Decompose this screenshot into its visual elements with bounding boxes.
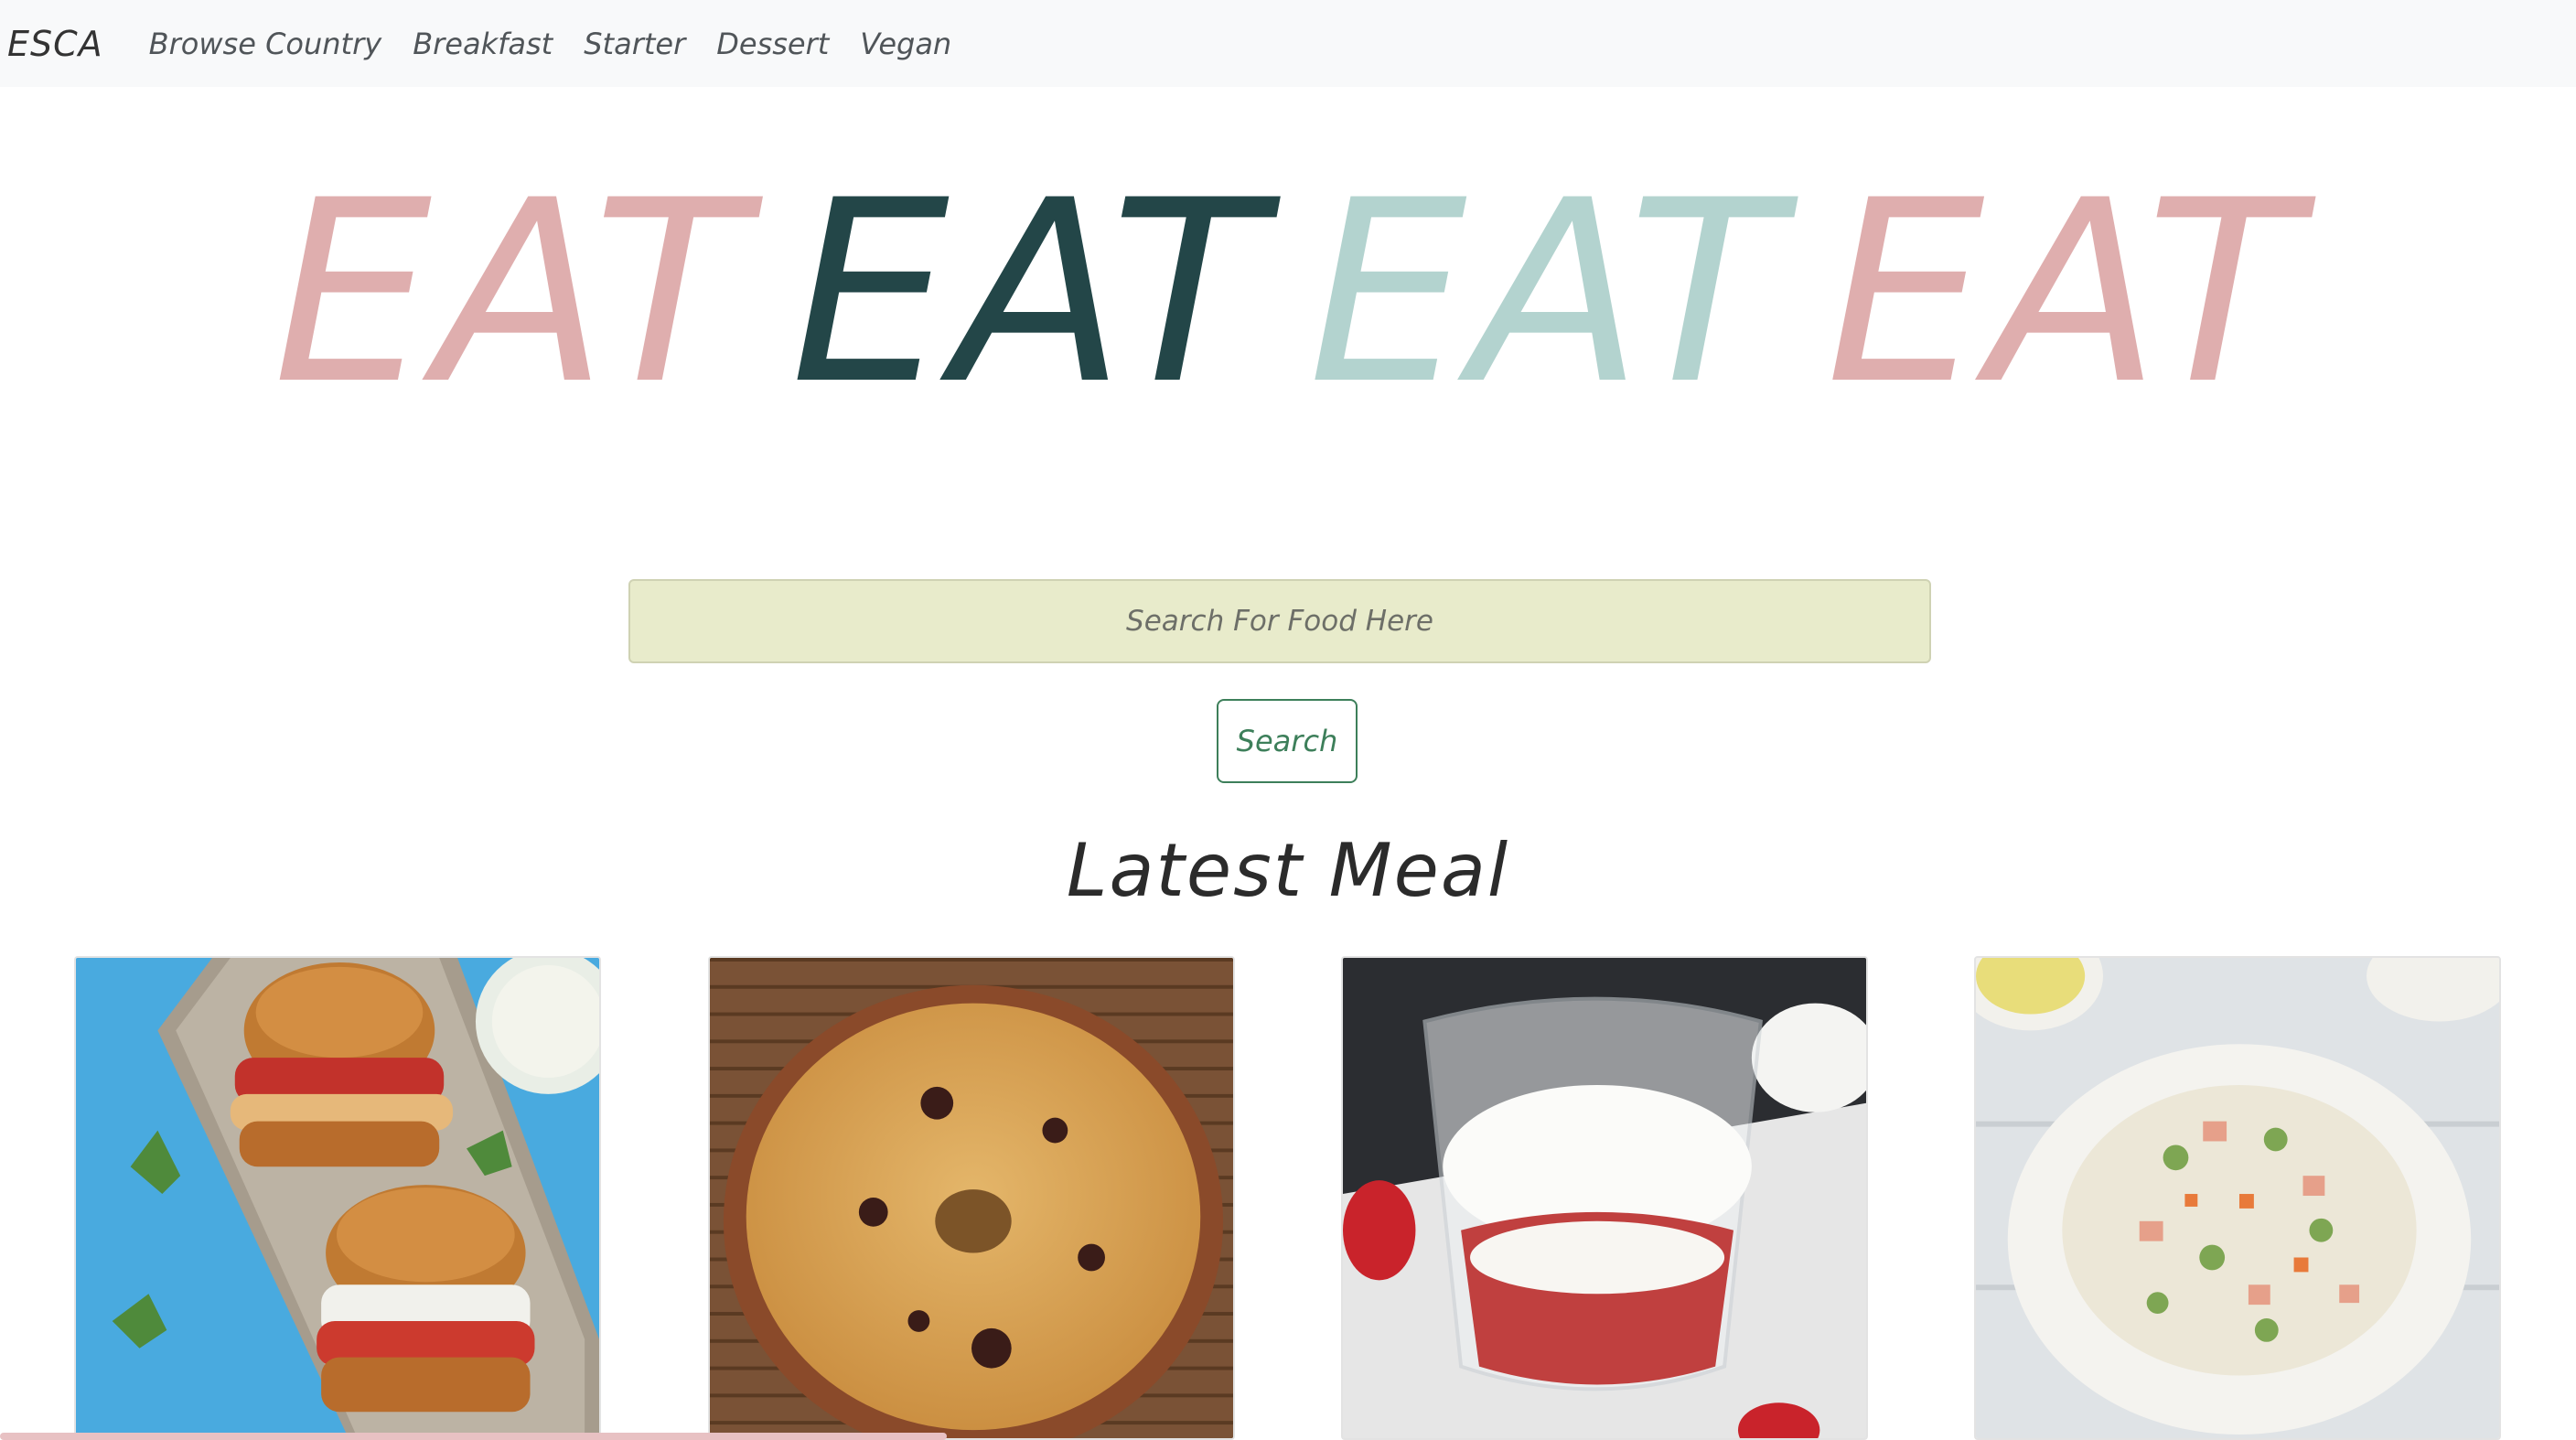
latest-meal-title: Latest Meal [1066, 828, 1510, 913]
navbar: ESCA Browse Country Breakfast Starter De… [0, 0, 2576, 87]
brand-logo-link[interactable]: ESCA [7, 24, 103, 64]
scroll-indicator [0, 1433, 947, 1440]
meal-card-rice[interactable] [708, 956, 1235, 1440]
search-button[interactable]: Search [1217, 699, 1358, 783]
burger-image [76, 958, 599, 1438]
rice-image [710, 958, 1233, 1438]
nav-link-breakfast[interactable]: Breakfast [413, 27, 553, 61]
hero-word-2: EAT [790, 145, 1268, 439]
hero-banner: EAT EAT EAT EAT [0, 160, 2576, 425]
nav-link-browse-country[interactable]: Browse Country [149, 27, 382, 61]
hero-word-1: EAT [273, 145, 751, 439]
hero-word-4: EAT [1825, 145, 2303, 439]
dessert-image [1343, 958, 1866, 1438]
meal-card-salad[interactable] [1974, 956, 2501, 1440]
nav-link-starter[interactable]: Starter [584, 27, 685, 61]
nav-links: Browse Country Breakfast Starter Dessert… [149, 27, 983, 61]
meal-card-dessert[interactable] [1341, 956, 1868, 1440]
nav-link-vegan[interactable]: Vegan [860, 27, 951, 61]
meal-card-burger[interactable] [74, 956, 601, 1440]
search-input[interactable] [628, 579, 1931, 663]
nav-link-dessert[interactable]: Dessert [716, 27, 829, 61]
salad-image [1976, 958, 2499, 1438]
hero-word-3: EAT [1308, 145, 1786, 439]
